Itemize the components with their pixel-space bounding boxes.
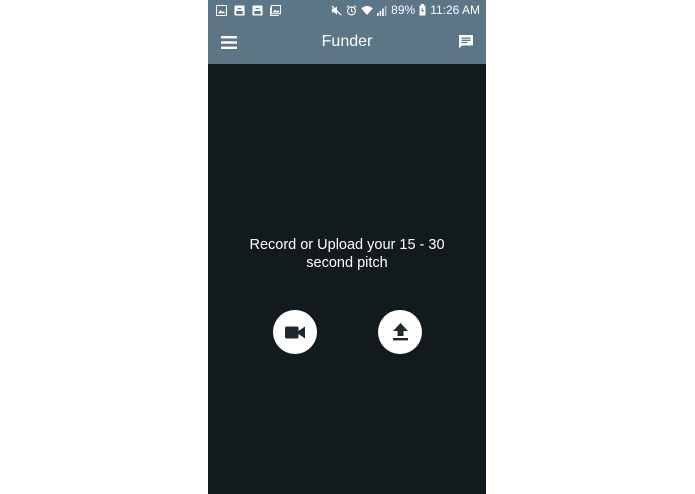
notification-icons — [216, 4, 281, 16]
chat-button[interactable] — [457, 33, 475, 51]
image-icon — [216, 4, 227, 16]
gallery-icon — [270, 4, 281, 16]
hamburger-menu-icon — [221, 35, 237, 49]
clock: 11:26 AM — [430, 3, 480, 17]
upload-video-button[interactable] — [378, 310, 422, 354]
prompt-line-1: Record or Upload your 15 - 30 — [249, 237, 445, 253]
app-bar: Funder — [208, 20, 486, 64]
app-title: Funder — [321, 33, 373, 50]
battery-percent: 89% — [391, 3, 416, 17]
system-status: 89% 11:26 AM — [331, 3, 480, 17]
phone-screen: 89% 11:26 AM Funder Record or Upload you… — [208, 0, 486, 494]
record-video-button[interactable] — [273, 310, 317, 354]
mute-icon — [331, 4, 342, 16]
videocam-icon — [285, 326, 305, 338]
prompt-line-2: second pitch — [306, 255, 388, 271]
signal-icon — [377, 5, 387, 16]
pitch-prompt: Record or Upload your 15 - 30 second pit… — [208, 236, 486, 272]
chat-icon — [459, 35, 473, 49]
alarm-icon — [346, 4, 357, 15]
battery-charging-icon — [419, 4, 426, 16]
android-save-icon — [234, 4, 245, 16]
menu-button[interactable] — [220, 33, 238, 51]
status-bar: 89% 11:26 AM — [208, 0, 486, 20]
android-save-icon — [252, 4, 263, 16]
upload-icon — [392, 323, 408, 341]
wifi-icon — [361, 5, 373, 15]
